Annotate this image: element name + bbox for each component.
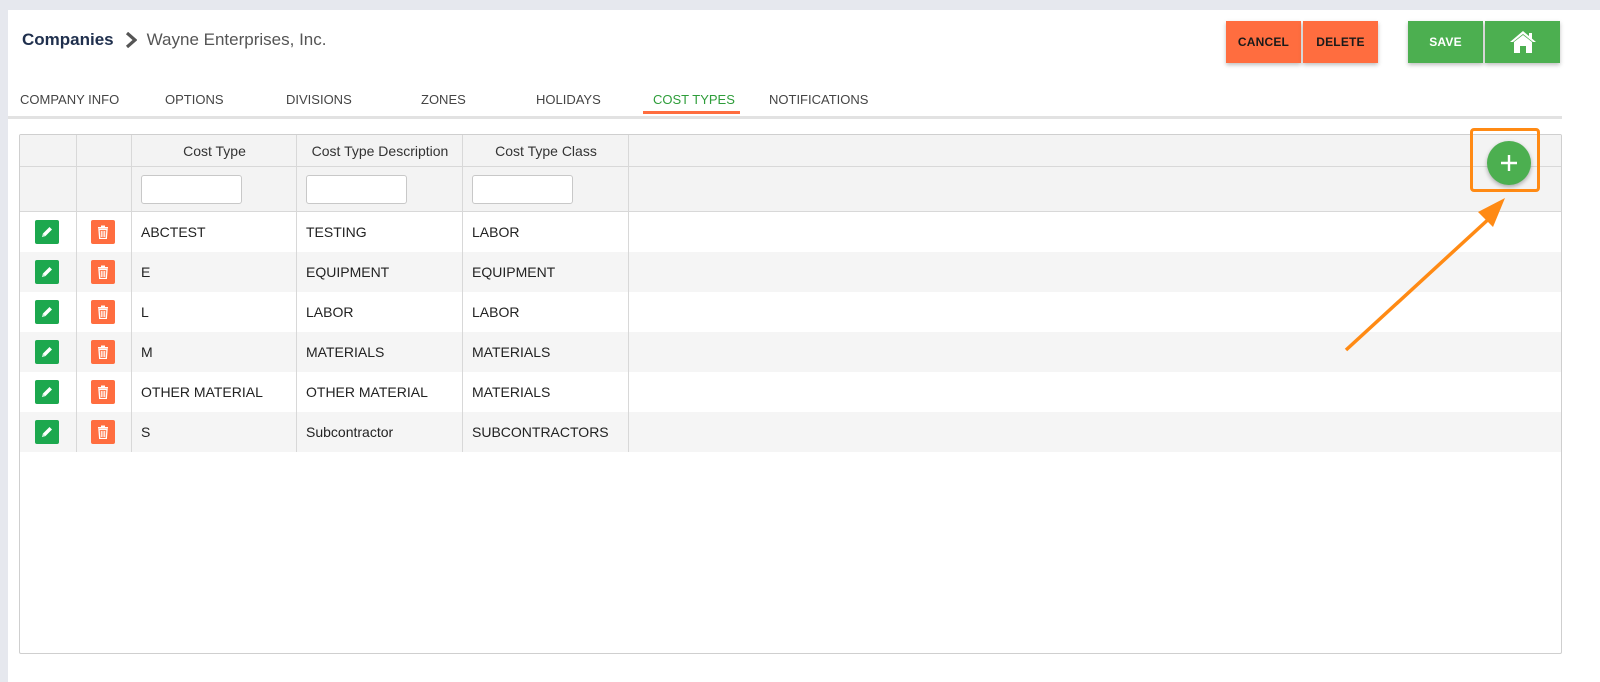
edit-cell xyxy=(35,372,61,412)
delete-cell xyxy=(91,212,117,252)
cell-description: OTHER MATERIAL xyxy=(306,384,428,400)
delete-row-button[interactable] xyxy=(91,260,115,284)
column-divider xyxy=(76,135,77,452)
cell-class: EQUIPMENT xyxy=(472,264,556,280)
pencil-icon xyxy=(40,225,54,239)
cell-cost-type: ABCTEST xyxy=(141,224,206,240)
table-row: S Subcontractor SUBCONTRACTORS xyxy=(20,412,1561,452)
cell-description: Subcontractor xyxy=(306,424,394,440)
trash-icon xyxy=(97,345,109,359)
column-divider xyxy=(131,135,132,452)
trash-icon xyxy=(97,305,109,319)
table-header-row: Cost Type Cost Type Description Cost Typ… xyxy=(20,135,1561,167)
edit-button[interactable] xyxy=(35,300,59,324)
column-header-cost-type[interactable]: Cost Type xyxy=(132,135,297,166)
cell-description: MATERIALS xyxy=(306,344,385,360)
column-header-description[interactable]: Cost Type Description xyxy=(297,135,463,166)
delete-cell xyxy=(91,412,117,452)
cell-cost-type: OTHER MATERIAL xyxy=(141,384,263,400)
column-divider xyxy=(462,135,463,452)
cell-class: MATERIALS xyxy=(472,344,551,360)
tab-bar: COMPANY INFO OPTIONS DIVISIONS ZONES HOL… xyxy=(8,88,1562,119)
edit-button[interactable] xyxy=(35,220,59,244)
breadcrumb-root-link[interactable]: Companies xyxy=(22,30,114,50)
cell-class: LABOR xyxy=(472,224,520,240)
main-panel: Companies Wayne Enterprises, Inc. CANCEL… xyxy=(8,10,1600,682)
delete-row-button[interactable] xyxy=(91,420,115,444)
table-filter-row xyxy=(20,167,1561,212)
pencil-icon xyxy=(40,265,54,279)
table-row: M MATERIALS MATERIALS xyxy=(20,332,1561,372)
active-tab-indicator xyxy=(643,111,740,114)
breadcrumb: Companies Wayne Enterprises, Inc. xyxy=(22,30,326,50)
tab-zones[interactable]: ZONES xyxy=(421,92,466,107)
cell-description: TESTING xyxy=(306,224,367,240)
edit-cell xyxy=(35,252,61,292)
trash-icon xyxy=(97,265,109,279)
delete-cell xyxy=(91,372,117,412)
filter-input-description[interactable] xyxy=(306,174,407,204)
tab-notifications[interactable]: NOTIFICATIONS xyxy=(769,92,868,107)
tab-holidays[interactable]: HOLIDAYS xyxy=(536,92,601,107)
delete-cell xyxy=(91,252,117,292)
tab-options[interactable]: OPTIONS xyxy=(165,92,224,107)
cell-class: MATERIALS xyxy=(472,384,551,400)
cell-description: EQUIPMENT xyxy=(306,264,390,280)
cell-cost-type: L xyxy=(141,304,149,320)
delete-cell xyxy=(91,292,117,332)
trash-icon xyxy=(97,385,109,399)
edit-cell xyxy=(35,212,61,252)
edit-button[interactable] xyxy=(35,380,59,404)
edit-cell xyxy=(35,332,61,372)
filter-cell-cost-type xyxy=(141,167,291,211)
cell-cost-type: E xyxy=(141,264,151,280)
table-row: L LABOR LABOR xyxy=(20,292,1561,332)
delete-button[interactable]: DELETE xyxy=(1303,21,1378,63)
column-divider xyxy=(628,135,629,452)
plus-icon xyxy=(1500,154,1518,172)
column-divider xyxy=(296,135,297,452)
table-row: ABCTEST TESTING LABOR xyxy=(20,212,1561,252)
filter-cell-class xyxy=(472,167,622,211)
trash-icon xyxy=(97,425,109,439)
filter-cell-description xyxy=(306,167,456,211)
tab-company-info[interactable]: COMPANY INFO xyxy=(20,92,119,107)
delete-row-button[interactable] xyxy=(91,220,115,244)
home-button[interactable] xyxy=(1485,21,1560,63)
filter-input-cost-type[interactable] xyxy=(141,174,242,204)
cell-cost-type: S xyxy=(141,424,151,440)
edit-cell xyxy=(35,292,61,332)
filter-input-class[interactable] xyxy=(472,174,573,204)
edit-button[interactable] xyxy=(35,340,59,364)
table-row: OTHER MATERIAL OTHER MATERIAL MATERIALS xyxy=(20,372,1561,412)
pencil-icon xyxy=(40,385,54,399)
cell-description: LABOR xyxy=(306,304,354,320)
edit-cell xyxy=(35,412,61,452)
cell-class: LABOR xyxy=(472,304,520,320)
cancel-button[interactable]: CANCEL xyxy=(1226,21,1301,63)
cell-cost-type: M xyxy=(141,344,153,360)
save-button[interactable]: SAVE xyxy=(1408,21,1483,63)
delete-row-button[interactable] xyxy=(91,340,115,364)
breadcrumb-current: Wayne Enterprises, Inc. xyxy=(146,30,327,49)
pencil-icon xyxy=(40,425,54,439)
delete-row-button[interactable] xyxy=(91,380,115,404)
delete-row-button[interactable] xyxy=(91,300,115,324)
table-row: E EQUIPMENT EQUIPMENT xyxy=(20,252,1561,292)
tab-divisions[interactable]: DIVISIONS xyxy=(286,92,352,107)
cell-class: SUBCONTRACTORS xyxy=(472,424,609,440)
pencil-icon xyxy=(40,345,54,359)
pencil-icon xyxy=(40,305,54,319)
edit-button[interactable] xyxy=(35,420,59,444)
edit-button[interactable] xyxy=(35,260,59,284)
chevron-right-icon xyxy=(125,32,137,48)
add-cost-type-button[interactable] xyxy=(1487,141,1531,185)
home-icon xyxy=(1509,30,1537,54)
column-header-class[interactable]: Cost Type Class xyxy=(463,135,629,166)
cost-types-table: Cost Type Cost Type Description Cost Typ… xyxy=(19,134,1562,654)
trash-icon xyxy=(97,225,109,239)
tab-cost-types[interactable]: COST TYPES xyxy=(653,92,735,107)
delete-cell xyxy=(91,332,117,372)
